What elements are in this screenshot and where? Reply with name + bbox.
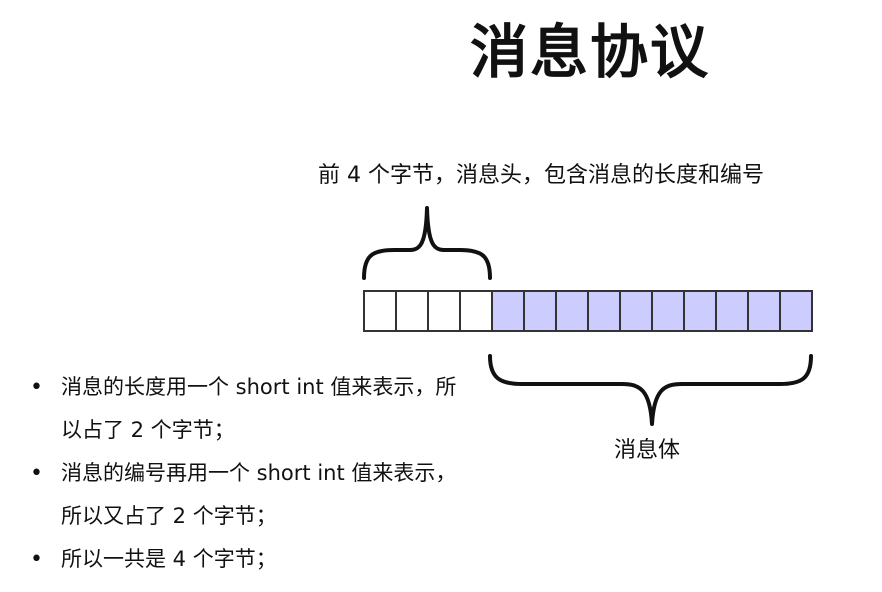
body-byte-cell	[683, 290, 717, 332]
bullet-text: 消息的编号再用一个 short int 值来表示，所以又占了 2 个字节；	[61, 461, 457, 528]
body-byte-cell	[779, 290, 813, 332]
bullet-dot: •	[30, 461, 43, 486]
body-byte-cell	[715, 290, 749, 332]
body-label: 消息体	[614, 438, 681, 463]
body-byte-cell	[587, 290, 621, 332]
bullet-item: • 消息的编号再用一个 short int 值来表示，所以又占了 2 个字节；	[30, 452, 470, 538]
body-brace	[488, 354, 813, 426]
bullet-dot: •	[30, 547, 43, 572]
body-byte-cell	[619, 290, 653, 332]
header-brace	[362, 206, 492, 280]
bullet-item: • 消息的长度用一个 short int 值来表示，所以占了 2 个字节；	[30, 366, 470, 452]
body-byte-cell	[747, 290, 781, 332]
header-byte-cell	[363, 290, 397, 332]
bullet-item: • 所以一共是 4 个字节；	[30, 538, 470, 581]
bullet-text: 所以一共是 4 个字节；	[61, 547, 277, 571]
body-byte-cell	[523, 290, 557, 332]
bullet-dot: •	[30, 375, 43, 400]
bullet-list: • 消息的长度用一个 short int 值来表示，所以占了 2 个字节； • 消息…	[30, 366, 470, 581]
body-byte-cell	[555, 290, 589, 332]
byte-cells	[363, 290, 813, 332]
header-byte-cell	[427, 290, 461, 332]
body-byte-cell	[491, 290, 525, 332]
header-byte-cell	[395, 290, 429, 332]
body-byte-cell	[651, 290, 685, 332]
bullet-text: 消息的长度用一个 short int 值来表示，所以占了 2 个字节；	[61, 375, 457, 442]
header-byte-cell	[459, 290, 493, 332]
